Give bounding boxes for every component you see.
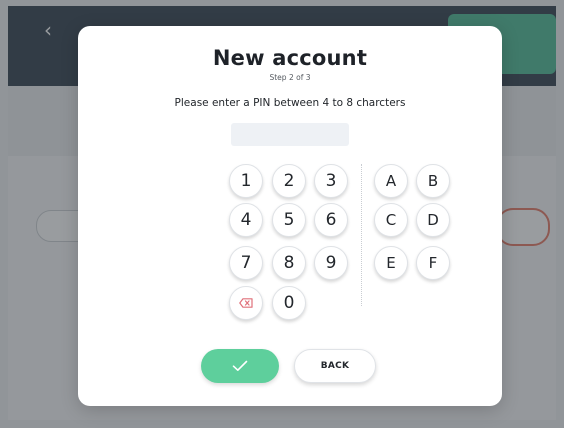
pin-instructions: Please enter a PIN between 4 to 8 charct… [174, 97, 406, 109]
key-3[interactable]: 3 [314, 164, 348, 198]
key-e[interactable]: E [374, 246, 408, 280]
key-5[interactable]: 5 [272, 203, 306, 237]
key-8[interactable]: 8 [272, 246, 306, 280]
screen: ‹ New account Step 2 of 3 Please enter a… [0, 0, 564, 428]
check-icon [232, 360, 248, 371]
backspace-key[interactable] [229, 286, 263, 320]
step-indicator: Step 2 of 3 [269, 73, 311, 82]
key-c[interactable]: C [374, 203, 408, 237]
key-0[interactable]: 0 [272, 286, 306, 320]
key-2[interactable]: 2 [272, 164, 306, 198]
dialog-title: New account [212, 46, 368, 70]
key-d[interactable]: D [416, 203, 450, 237]
confirm-button[interactable] [201, 349, 279, 383]
new-account-dialog: New account Step 2 of 3 Please enter a P… [78, 26, 502, 406]
key-6[interactable]: 6 [314, 203, 348, 237]
key-4[interactable]: 4 [229, 203, 263, 237]
key-7[interactable]: 7 [229, 246, 263, 280]
keypad-divider [361, 164, 362, 306]
back-button[interactable]: BACK [294, 349, 376, 383]
backspace-icon [239, 298, 253, 308]
key-1[interactable]: 1 [229, 164, 263, 198]
pin-input[interactable] [231, 123, 349, 146]
key-9[interactable]: 9 [314, 246, 348, 280]
key-b[interactable]: B [416, 164, 450, 198]
key-f[interactable]: F [416, 246, 450, 280]
key-a[interactable]: A [374, 164, 408, 198]
